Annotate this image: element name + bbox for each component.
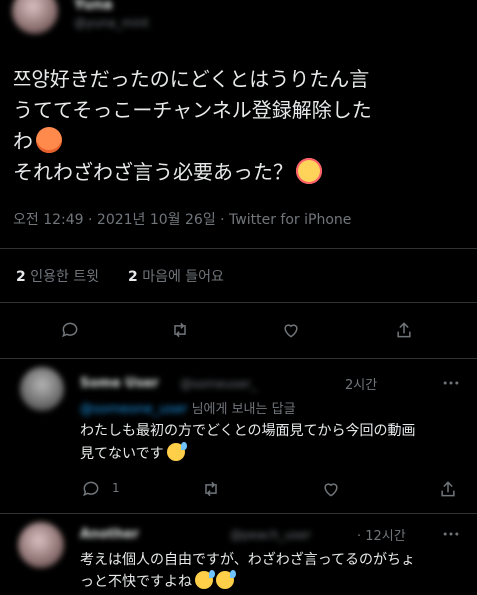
smiling-face-icon	[296, 158, 322, 184]
reply-user-handle[interactable]: @peach_user	[230, 528, 311, 542]
reply-text: 考えは個人の自由ですが、わざわざ言ってるのがちょ っと不快ですよね	[80, 549, 465, 593]
reply-text-line: 見てないです	[80, 442, 465, 466]
reply-to-handle[interactable]: @someone_user	[80, 402, 187, 417]
tweet-text-line: 쯔양好きだったのにどくとはうりたん言	[13, 67, 370, 91]
user-name[interactable]: Yuna	[74, 0, 113, 13]
reply-user-handle[interactable]: @someuser_	[180, 377, 257, 391]
reply-context: @someone_user 님에게 보내는 답글	[80, 398, 296, 417]
reply-icon[interactable]	[80, 478, 102, 500]
reply-to-suffix: 님에게 보내는 답글	[191, 402, 296, 417]
tweet-text-line: わ	[13, 126, 468, 157]
grinning-sweat-icon	[195, 570, 215, 589]
yawning-face-icon	[36, 127, 62, 153]
crying-face-icon	[166, 442, 187, 461]
share-icon[interactable]	[437, 478, 459, 500]
more-icon[interactable]	[440, 523, 462, 545]
reply-avatar[interactable]	[20, 367, 64, 411]
reply-text-line: っと不快ですよね	[80, 570, 465, 593]
divider	[0, 248, 477, 249]
reply-avatar[interactable]	[18, 522, 64, 568]
grinning-sweat-icon	[216, 570, 236, 589]
reply-user-name[interactable]: Some User	[80, 376, 159, 391]
tweet-text: 쯔양好きだったのにどくとはうりたん言 うててそっこーチャンネル登録解除した わ …	[13, 64, 468, 188]
retweet-stats[interactable]: 2 인용한 트윗	[16, 266, 99, 286]
avatar[interactable]	[12, 0, 58, 34]
like-icon[interactable]	[320, 478, 342, 500]
tweet-timestamp[interactable]: 오전 12:49 · 2021년 10월 26일 · Twitter for i…	[13, 209, 351, 229]
like-label: 마음에 들어요	[142, 269, 224, 285]
retweet-label: 인용한 트윗	[30, 269, 100, 285]
divider	[0, 513, 477, 514]
retweet-icon[interactable]	[168, 318, 192, 342]
reply-text: わたしも最初の方でどくとの場面見てから今回の動画 見てないです	[80, 420, 465, 466]
reply-icon[interactable]	[58, 318, 82, 342]
retweet-count: 2	[16, 269, 26, 285]
reply-text-line: わたしも最初の方でどくとの場面見てから今回の動画	[80, 423, 416, 439]
tweet-text-line: うててそっこーチャンネル登録解除した	[13, 98, 372, 122]
reply-time[interactable]: · 12시간	[357, 525, 406, 544]
reply-user-name[interactable]: Another	[80, 527, 139, 542]
more-icon[interactable]	[440, 372, 462, 394]
divider	[0, 302, 477, 303]
reply-text-line: 考えは個人の自由ですが、わざわざ言ってるのがちょ	[80, 552, 416, 568]
reply-count: 1	[112, 481, 120, 495]
share-icon[interactable]	[392, 318, 416, 342]
reply-time[interactable]: 2시간	[345, 374, 377, 393]
divider	[0, 358, 477, 359]
like-count: 2	[128, 269, 138, 285]
user-handle[interactable]: @yuna_mint	[74, 16, 149, 30]
tweet-text-line: それわざわざ言う必要あった？	[13, 157, 468, 188]
like-stats[interactable]: 2 마음에 들어요	[128, 266, 224, 286]
retweet-icon[interactable]	[200, 478, 222, 500]
like-icon[interactable]	[279, 318, 303, 342]
